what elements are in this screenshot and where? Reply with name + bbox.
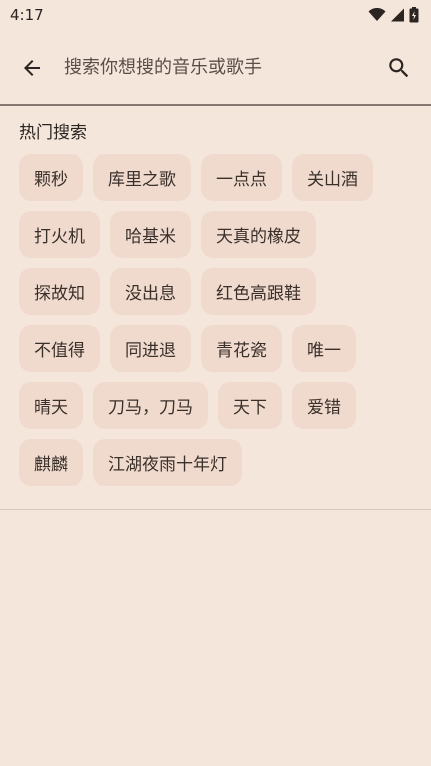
hot-search-tag[interactable]: 颗秒 [19, 154, 83, 201]
arrow-back-icon [24, 59, 40, 76]
cellular-signal-icon [391, 8, 404, 22]
hot-search-tag[interactable]: 天下 [218, 382, 282, 429]
hot-search-tag[interactable]: 探故知 [19, 268, 100, 315]
hot-search-tag[interactable]: 唯一 [292, 325, 356, 372]
search-header [0, 30, 431, 105]
hot-search-tag[interactable]: 打火机 [19, 211, 100, 258]
section-divider [0, 509, 431, 510]
wifi-icon [368, 8, 386, 21]
status-time: 4:17 [10, 6, 44, 24]
tag-row: 不值得 同进退 青花瓷 唯一 [19, 325, 419, 372]
hot-search-tag[interactable]: 爱错 [292, 382, 356, 429]
battery-icon [409, 7, 419, 23]
hot-search-tag[interactable]: 不值得 [19, 325, 100, 372]
hot-search-tag[interactable]: 天真的橡皮 [201, 211, 316, 258]
hot-search-tag[interactable]: 同进退 [110, 325, 191, 372]
tag-row: 晴天 刀马，刀马 天下 爱错 [19, 382, 419, 429]
hot-search-tags: 颗秒 库里之歌 一点点 关山酒 打火机 哈基米 天真的橡皮 探故知 没出息 红色… [19, 154, 419, 496]
status-icons [368, 7, 419, 23]
search-button[interactable] [367, 44, 431, 92]
hot-search-tag[interactable]: 青花瓷 [201, 325, 282, 372]
back-button[interactable] [0, 44, 64, 92]
hot-search-tag[interactable]: 哈基米 [110, 211, 191, 258]
hot-search-tag[interactable]: 麒麟 [19, 439, 83, 486]
hot-search-tag[interactable]: 库里之歌 [93, 154, 191, 201]
header-divider [0, 104, 431, 106]
search-input[interactable] [64, 47, 367, 88]
hot-search-tag[interactable]: 刀马，刀马 [93, 382, 208, 429]
hot-search-tag[interactable]: 关山酒 [292, 154, 373, 201]
hot-search-tag[interactable]: 红色高跟鞋 [201, 268, 316, 315]
tag-row: 打火机 哈基米 天真的橡皮 [19, 211, 419, 258]
tag-row: 颗秒 库里之歌 一点点 关山酒 [19, 154, 419, 201]
hot-search-tag[interactable]: 晴天 [19, 382, 83, 429]
hot-search-tag[interactable]: 江湖夜雨十年灯 [93, 439, 242, 486]
status-bar: 4:17 [0, 0, 431, 30]
hot-search-tag[interactable]: 一点点 [201, 154, 282, 201]
tag-row: 探故知 没出息 红色高跟鞋 [19, 268, 419, 315]
search-icon [389, 57, 409, 77]
hot-search-tag[interactable]: 没出息 [110, 268, 191, 315]
hot-search-title: 热门搜索 [19, 123, 87, 143]
tag-row: 麒麟 江湖夜雨十年灯 [19, 439, 419, 486]
